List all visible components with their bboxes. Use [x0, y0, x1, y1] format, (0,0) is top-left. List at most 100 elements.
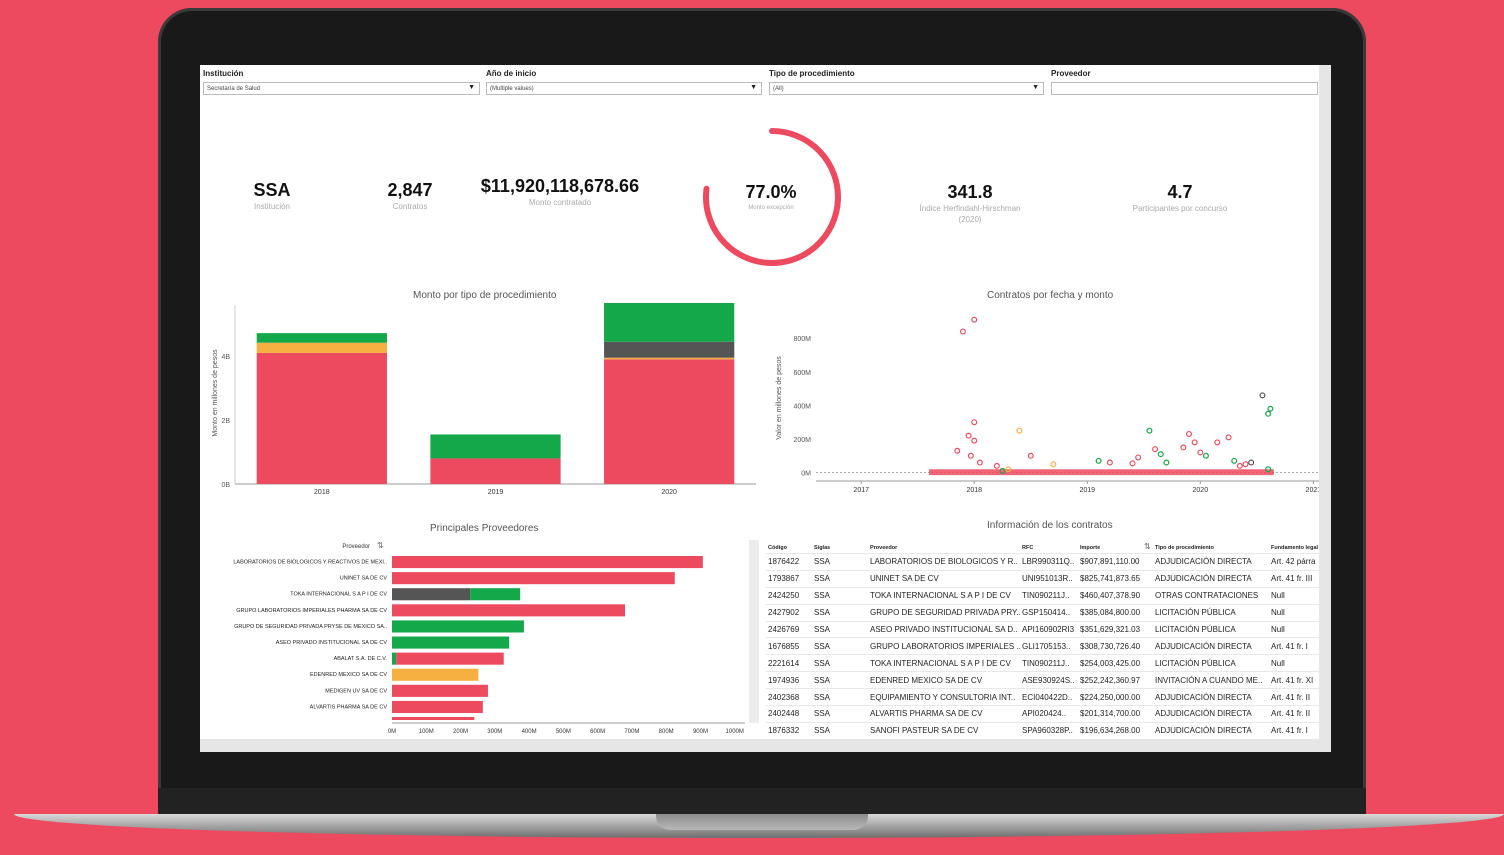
- table-cell: UNINET SA DE CV: [868, 569, 1020, 588]
- kpi-institution: SSA Institución: [222, 180, 322, 212]
- provider-bar: [392, 588, 471, 601]
- table-header-row: Código Siglas Proveedor RFC Importe Tipo de p…: [766, 542, 1319, 554]
- table-cell: UNI951013R..: [1020, 569, 1078, 588]
- bar-segment: [604, 359, 735, 484]
- table-cell: Art. 41 fr. I: [1269, 637, 1319, 655]
- table-cell: Art. 42 párra: [1269, 553, 1319, 571]
- provider-label: TOKA INTERNACIONAL S A P I DE CV: [290, 592, 387, 598]
- table-cell: ALVARTIS PHARMA SA DE CV: [868, 705, 1020, 723]
- table-cell: GLI1705153..: [1020, 637, 1078, 655]
- x-tick-label: 900M: [693, 729, 708, 735]
- table-row[interactable]: 1793867 SSA UNINET SA DE CV UNI951013R.. $82…: [766, 569, 1319, 588]
- table-row[interactable]: 2402448 SSA ALVARTIS PHARMA SA DE CV API020…: [766, 705, 1319, 723]
- table-header-cell[interactable]: Tipo de procedimiento: [1153, 542, 1269, 554]
- tipo-dropdown[interactable]: (All) ▼: [769, 82, 1044, 95]
- table-cell: $385,084,800.00: [1078, 603, 1153, 622]
- table-row[interactable]: 2426769 SSA ASEO PRIVADO INSTITUCIONAL SA …: [766, 620, 1319, 638]
- scatter-point: [1214, 439, 1221, 446]
- y-tick-label: 0M: [801, 471, 811, 478]
- table-header-cell[interactable]: Fundamento legal: [1269, 542, 1319, 554]
- scatter-point: [1242, 461, 1249, 468]
- table-row[interactable]: 1876332 SSA SANOFI PASTEUR SA DE CV SPA9603…: [766, 721, 1319, 740]
- table-body: 1876422 SSA LABORATORIOS DE BIOLOGICOS Y R…: [766, 553, 1319, 752]
- table-header-cell[interactable]: RFC: [1020, 542, 1078, 554]
- scatter-point: [1202, 452, 1209, 459]
- table-cell: ADJUDICACIÓN DIRECTA: [1153, 705, 1269, 723]
- anio-dropdown[interactable]: (Multiple values) ▼: [486, 82, 762, 95]
- x-tick-label: 2020: [661, 489, 677, 496]
- kpi-value: 4.7: [1167, 182, 1193, 202]
- scatter-point: [1231, 457, 1238, 464]
- scatter-point: [976, 459, 983, 466]
- x-tick-label: 2019: [488, 489, 504, 496]
- table-cell: GRUPO DE SEGURIDAD PRIVADA PRY..: [868, 603, 1020, 622]
- table-cell: ECI040422D..: [1020, 688, 1078, 706]
- scatter-point: [1248, 459, 1255, 466]
- table-header-cell[interactable]: Siglas: [812, 542, 868, 554]
- table-cell: SSA: [812, 637, 868, 655]
- chevron-down-icon[interactable]: ▼: [750, 83, 757, 93]
- scatter-point: [971, 316, 978, 323]
- table-header-cell[interactable]: Proveedor: [868, 542, 1020, 554]
- provider-bar: [392, 668, 479, 681]
- scatter-point: [1267, 405, 1274, 412]
- table-header-cell[interactable]: Código: [766, 542, 812, 554]
- table-row[interactable]: 2402368 SSA EQUIPAMIENTO Y CONSULTORIA INT…: [766, 688, 1319, 706]
- scatter-point: [1129, 460, 1136, 467]
- table-cell: Null: [1269, 620, 1319, 638]
- x-tick-label: 100M: [419, 729, 434, 735]
- table-cell: ASEO PRIVADO INSTITUCIONAL SA D..: [868, 620, 1020, 638]
- page-vertical-scrollbar[interactable]: [1319, 65, 1331, 739]
- y-axis-label: Valor en millones de pesos: [776, 356, 783, 440]
- table-cell: SSA: [812, 586, 868, 605]
- provider-bar: [392, 684, 488, 697]
- y-tick-label: 4B: [221, 354, 230, 361]
- bar-segment: [604, 303, 735, 342]
- x-tick-label: 2021: [1306, 487, 1319, 494]
- table-header-cell[interactable]: Importe: [1078, 542, 1153, 554]
- filter-proveedor: Proveedor: [1051, 69, 1318, 99]
- provider-bar: [392, 556, 703, 569]
- kpi-herfindahl: 341.8 Índice Herfindahl-Hirschman (2020): [890, 182, 1050, 225]
- provider-label: UNINET SA DE CV: [340, 576, 388, 582]
- table-cell: Null: [1269, 654, 1319, 672]
- x-tick-label: 2018: [314, 489, 330, 496]
- table-cell: $460,407,378.90: [1078, 586, 1153, 605]
- chevron-down-icon[interactable]: ▼: [468, 83, 475, 93]
- table-row[interactable]: 1974936 SSA EDENRED MEXICO SA DE CV ASE9309…: [766, 671, 1319, 689]
- table-cell: $308,730,726.40: [1078, 637, 1153, 655]
- page-horizontal-scrollbar[interactable]: [200, 739, 1331, 752]
- table-cell: 2402448: [766, 705, 812, 723]
- table-row[interactable]: 1876422 SSA LABORATORIOS DE BIOLOGICOS Y R…: [766, 553, 1319, 571]
- kpi-contracts: 2,847 Contratos: [360, 180, 460, 212]
- scatter-point: [1135, 454, 1142, 461]
- scatter-point: [1027, 452, 1034, 459]
- x-tick-label: 200M: [453, 729, 468, 735]
- table-row[interactable]: 2424250 SSA TOKA INTERNACIONAL S A P I DE …: [766, 586, 1319, 605]
- bar-segment: [430, 434, 561, 459]
- table-cell: SSA: [812, 688, 868, 706]
- table-cell: SSA: [812, 620, 868, 638]
- proveedor-search-input[interactable]: [1051, 82, 1318, 95]
- scatter-point: [1095, 457, 1102, 464]
- dropdown-value: (Multiple values): [490, 86, 534, 92]
- scatter-point: [1106, 459, 1113, 466]
- scatter-point: [1186, 430, 1193, 437]
- sort-icon: ⇅: [377, 541, 384, 550]
- table-row[interactable]: 2427902 SSA GRUPO DE SEGURIDAD PRIVADA PRY…: [766, 603, 1319, 622]
- providers-scrollbar[interactable]: [749, 540, 759, 723]
- chevron-down-icon[interactable]: ▼: [1032, 83, 1039, 93]
- x-tick-label: 500M: [556, 729, 571, 735]
- table-cell: ADJUDICACIÓN DIRECTA: [1153, 553, 1269, 571]
- table-row[interactable]: 1676855 SSA GRUPO LABORATORIOS IMPERIALES …: [766, 637, 1319, 655]
- table-cell: GRUPO LABORATORIOS IMPERIALES ..: [868, 637, 1020, 655]
- provider-bar: [392, 572, 675, 585]
- y-tick-label: 2B: [221, 418, 230, 425]
- bar-segment: [256, 352, 387, 484]
- y-tick-label: 800M: [793, 336, 811, 343]
- sort-icon[interactable]: ⇅: [1144, 542, 1151, 551]
- table-row[interactable]: 2221614 SSA TOKA INTERNACIONAL S A P I DE …: [766, 654, 1319, 672]
- table-cell: API020424..: [1020, 705, 1078, 723]
- provider-bar: [392, 620, 524, 633]
- institucion-dropdown[interactable]: Secretaría de Salud ▼: [203, 82, 480, 95]
